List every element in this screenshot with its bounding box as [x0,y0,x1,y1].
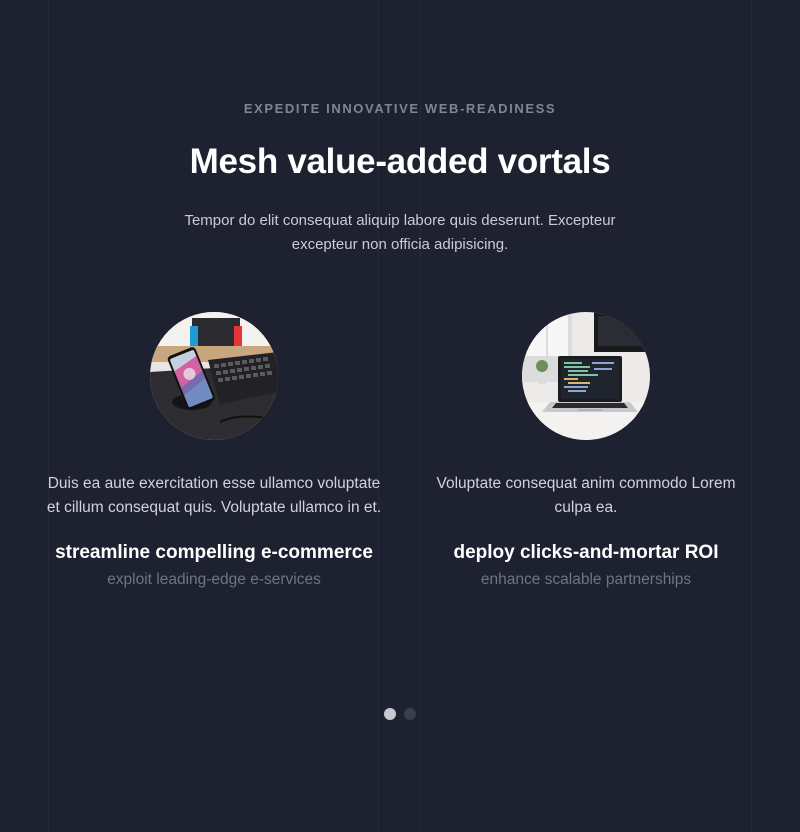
carousel-dot-1[interactable] [384,708,396,720]
testimonial-name: deploy clicks-and-mortar ROI [453,542,719,563]
testimonial-name: streamline compelling e-commerce [55,542,373,563]
testimonial-quote: Duis ea aute exercitation esse ullamco v… [46,475,382,516]
carousel-pagination [0,708,800,720]
laptop-on-desk-photo [522,312,650,440]
section-intro: Tempor do elit consequat aliquip labore … [184,212,616,253]
section-title: Mesh value-added vortals [189,142,611,181]
phone-on-desk-photo [150,312,278,440]
testimonial-card: Duis ea aute exercitation esse ullamco v… [40,312,388,589]
testimonial-quote: Voluptate consequat anim commodo Lorem c… [436,475,736,516]
section-eyebrow: EXPEDITE INNOVATIVE WEB-READINESS [243,101,557,116]
testimonial-role: exploit leading-edge e-services [107,571,321,588]
testimonial-role: enhance scalable partnerships [480,571,692,588]
carousel-dot-2[interactable] [404,708,416,720]
testimonial-card: Voluptate consequat anim commodo Lorem c… [412,312,760,589]
testimonials-section: EXPEDITE INNOVATIVE WEB-READINESS Mesh v… [0,0,800,832]
